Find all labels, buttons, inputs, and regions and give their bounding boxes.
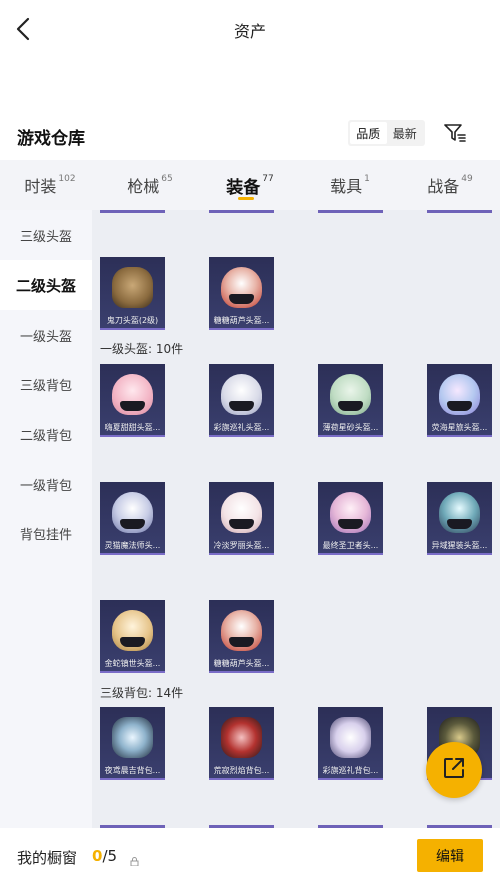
showcase-total: /5 [102,847,118,865]
tab-label: 战备 [427,177,460,196]
tab-count: 1 [364,174,370,184]
item-name: 异域猩装头盔... [431,541,488,550]
sidebar-item-level3-backpack[interactable]: 三级背包 [0,359,92,409]
warehouse-title: 游戏仓库 [17,129,85,149]
item-card[interactable]: 荧海星旅头盔... [427,364,492,437]
item-name: 最终圣卫者头... [322,541,379,550]
item-name: 嗨夏甜甜头盔... [104,423,161,432]
item-card[interactable]: 异域猩装头盔... [427,482,492,555]
sidebar-item-level2-backpack[interactable]: 二级背包 [0,409,92,459]
share-icon [441,755,467,785]
helmet-image [330,492,371,533]
tab-label: 时装 [24,177,57,196]
page-title: 资产 [233,22,266,41]
partial-card [427,210,492,213]
tab-count: 65 [161,174,173,184]
helmet-image [112,374,153,415]
item-card[interactable]: 最终圣卫者头... [318,482,383,555]
section-label-level3-backpack: 三级背包: 14件 [100,686,184,700]
item-card[interactable]: 荒寂烈焰背包... [209,707,274,780]
item-name: 荧海星旅头盔... [431,423,488,432]
partial-card [209,210,274,213]
top-bar: 资产 [0,0,500,58]
tab-label: 枪械 [127,177,160,196]
item-card[interactable]: 嗨夏甜甜头盔... [100,364,165,437]
item-name: 糖糖葫芦头盔... [213,659,270,668]
item-card[interactable]: 灵猫魔法师头... [100,482,165,555]
tab-label: 装备 [226,177,261,198]
item-card[interactable]: 彩旗巡礼头盔... [209,364,274,437]
item-name: 夜鸢晨吉背包... [104,766,161,775]
item-card[interactable]: 彩旗巡礼背包... [318,707,383,780]
item-name: 彩旗巡礼背包... [322,766,379,775]
lock-icon [130,851,139,867]
tab-count: 77 [262,174,274,184]
active-tab-indicator [238,197,254,200]
helmet-image [439,492,480,533]
showcase-current: 0 [92,847,103,865]
sort-toggle: 品质 最新 [348,120,425,146]
subcategory-sidebar: 三级头盔 二级头盔 一级头盔 三级背包 二级背包 一级背包 背包挂件 [0,210,92,828]
backpack-image [330,717,371,758]
showcase-label: 我的橱窗 [17,849,78,867]
helmet-image [221,374,262,415]
helmet-image [221,492,262,533]
edit-button[interactable]: 编辑 [417,839,483,872]
item-card[interactable]: 薄荷星砂头盔... [318,364,383,437]
item-name: 灵猫魔法师头... [104,541,161,550]
item-name: 彩旗巡礼头盔... [213,423,270,432]
sidebar-item-backpack-pendant[interactable]: 背包挂件 [0,508,92,558]
section-label-level1-helmet: 一级头盔: 10件 [100,342,184,356]
helmet-image [221,267,262,308]
helmet-image [112,492,153,533]
item-name: 鬼刀头盔(2级) [106,316,159,325]
item-card[interactable]: 糖糖葫芦头盔... [209,257,274,330]
item-card[interactable]: 夜鸢晨吉背包... [100,707,165,780]
partial-card [318,210,383,213]
item-name: 糖糖葫芦头盔... [213,316,270,325]
sidebar-item-level1-helmet[interactable]: 一级头盔 [0,310,92,360]
showcase-bar: 我的橱窗 0/5 编辑 [0,828,500,885]
partial-card [100,210,165,213]
backpack-image [112,717,153,758]
item-card[interactable]: 冷淡罗丽头盔... [209,482,274,555]
item-name: 金蛇镇世头盔... [104,659,161,668]
tab-equipment[interactable]: 装备 77 [200,160,300,210]
helmet-image [112,267,153,308]
warehouse-header: 游戏仓库 [0,112,500,156]
sidebar-item-level2-helmet[interactable]: 二级头盔 [0,260,92,310]
tab-count: 49 [461,174,473,184]
sort-quality-option[interactable]: 品质 [350,122,387,144]
tab-label: 载具 [330,177,363,196]
sidebar-item-level1-backpack[interactable]: 一级背包 [0,459,92,509]
item-card[interactable]: 鬼刀头盔(2级) [100,257,165,330]
helmet-image [221,610,262,651]
item-name: 冷淡罗丽头盔... [213,541,270,550]
tab-supplies[interactable]: 战备 49 [400,160,500,210]
item-card[interactable]: 糖糖葫芦头盔... [209,600,274,673]
category-tabs: 时装 102 枪械 65 装备 77 载具 1 战备 49 [0,160,500,210]
helmet-image [112,610,153,651]
tab-count: 102 [58,174,76,184]
backpack-image [221,717,262,758]
item-grid: 鬼刀头盔(2级) 糖糖葫芦头盔... 一级头盔: 10件 嗨夏甜甜头盔... 彩… [92,210,500,828]
tab-guns[interactable]: 枪械 65 [100,160,200,210]
share-floating-button[interactable] [426,742,482,798]
item-card[interactable]: 金蛇镇世头盔... [100,600,165,673]
helmet-image [330,374,371,415]
item-name: 薄荷星砂头盔... [322,423,379,432]
showcase-count: 0/5 [92,847,117,865]
item-name: 荒寂烈焰背包... [213,766,270,775]
tab-fashion[interactable]: 时装 102 [0,160,100,210]
sort-newest-option[interactable]: 最新 [387,122,424,144]
filter-icon[interactable] [442,120,468,146]
tab-vehicles[interactable]: 载具 1 [300,160,400,210]
sidebar-item-level3-helmet[interactable]: 三级头盔 [0,210,92,260]
helmet-image [439,374,480,415]
